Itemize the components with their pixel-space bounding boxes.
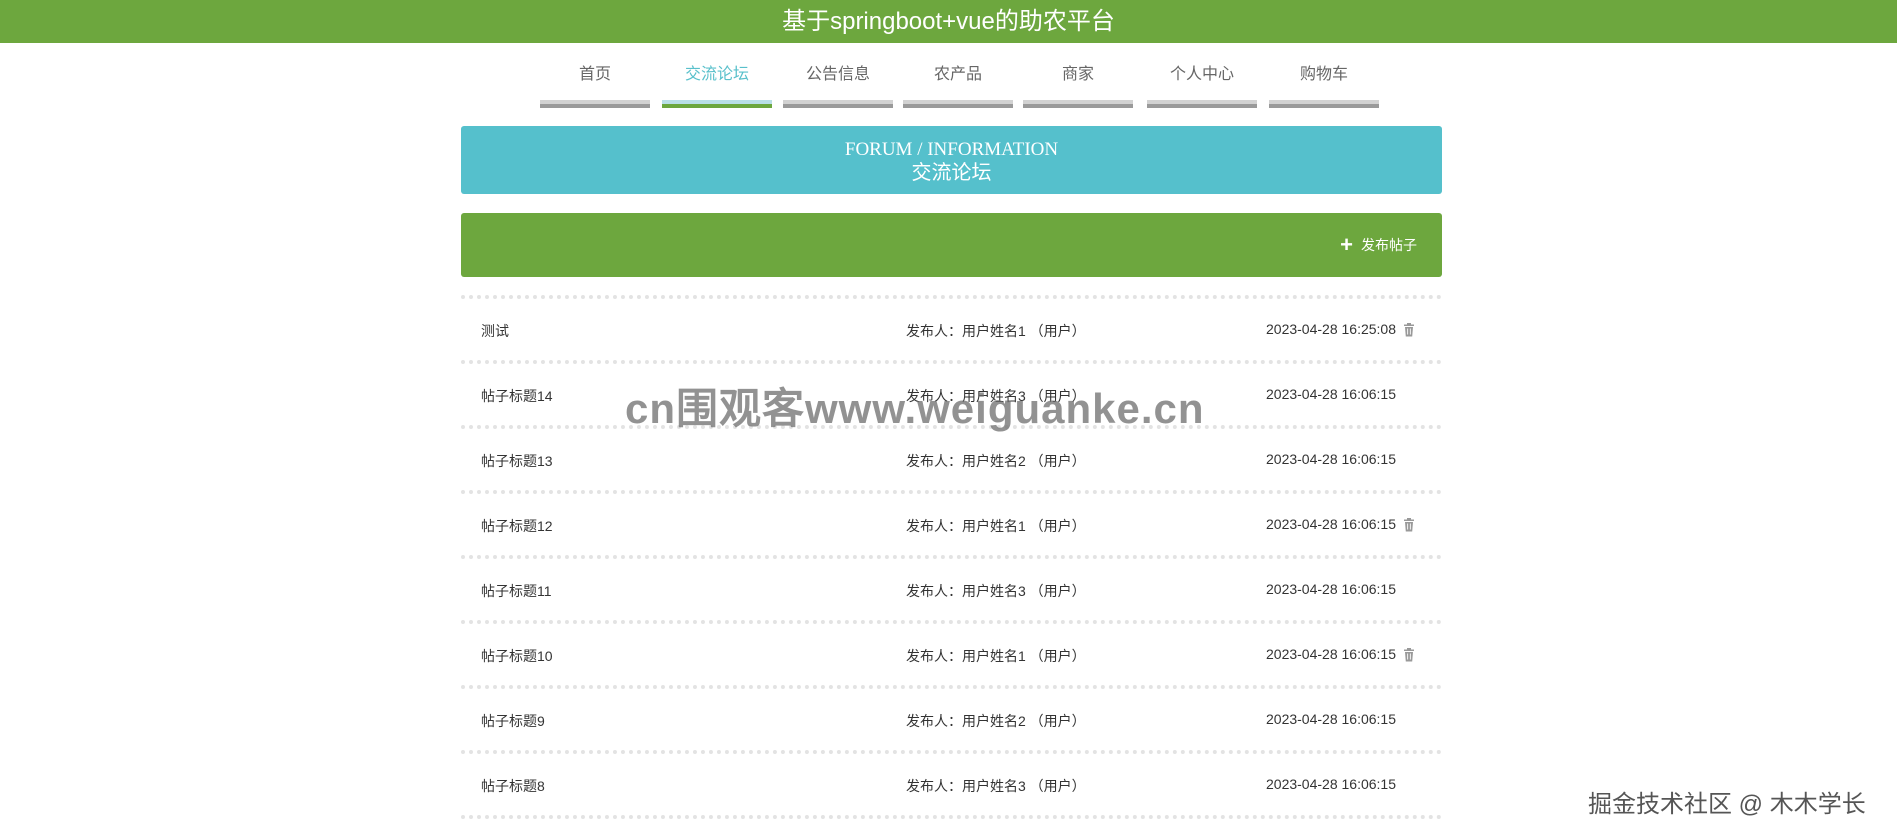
nav-item-label: 公告信息 [805, 66, 870, 83]
post-title[interactable]: 测试 [481, 321, 509, 341]
nav-item-underline [662, 100, 772, 108]
post-author: 发布人：用户姓名1 （用户） [906, 518, 1086, 534]
nav-item-label: 农产品 [933, 66, 982, 83]
watermark: cn围观客www.weiguanke.cn [625, 385, 1205, 432]
post-title[interactable]: 帖子标题8 [481, 776, 545, 796]
row-divider [461, 750, 1442, 754]
banner-chinese-title: 交流论坛 [911, 162, 992, 184]
post-author: 发布人：用户姓名1 （用户） [906, 323, 1086, 339]
post-title[interactable]: 帖子标题11 [481, 581, 552, 601]
post-time: 2023-04-28 16:06:15 [1266, 581, 1396, 597]
main-nav: 首页 交流论坛 公告信息 农产品 商家 个人中心 购物车 [540, 64, 1380, 108]
row-divider [461, 685, 1442, 689]
row-divider [461, 555, 1442, 559]
row-divider [461, 360, 1442, 364]
nav-item-label: 个人中心 [1169, 66, 1234, 83]
post-row: 帖子标题10 发布人：用户姓名1 （用户） 2023-04-28 16:06:1… [461, 625, 1442, 685]
post-author: 发布人：用户姓名3 （用户） [906, 583, 1086, 599]
post-time: 2023-04-28 16:06:15 [1266, 451, 1396, 467]
post-row: 帖子标题11 发布人：用户姓名3 （用户） 2023-04-28 16:06:1… [461, 560, 1442, 620]
nav-item-cart[interactable]: 购物车 [1269, 64, 1379, 108]
post-time: 2023-04-28 16:06:15 [1266, 711, 1396, 727]
nav-item-underline [1023, 100, 1133, 108]
post-title[interactable]: 帖子标题13 [481, 451, 553, 471]
forum-banner: FORUM / INFORMATION 交流论坛 [461, 126, 1442, 194]
nav-item-forum[interactable]: 交流论坛 [662, 64, 772, 108]
post-row: 帖子标题9 发布人：用户姓名2 （用户） 2023-04-28 16:06:15 [461, 690, 1442, 750]
nav-item-underline [1269, 100, 1379, 108]
nav-item-underline [903, 100, 1013, 108]
post-title[interactable]: 帖子标题14 [481, 386, 553, 406]
nav-item-underline [540, 100, 650, 108]
delete-icon[interactable] [1403, 518, 1415, 532]
plus-icon: + [1340, 232, 1353, 257]
post-time: 2023-04-28 16:06:15 [1266, 776, 1396, 792]
post-author: 发布人：用户姓名3 （用户） [906, 778, 1086, 794]
nav-item-label: 交流论坛 [684, 66, 749, 83]
publish-post-label: 发布帖子 [1361, 237, 1417, 253]
site-title: 基于springboot+vue的助农平台 [782, 7, 1115, 35]
nav-item-label: 商家 [1061, 66, 1094, 83]
nav-item-label: 购物车 [1299, 66, 1348, 83]
post-time: 2023-04-28 16:06:15 [1266, 646, 1396, 662]
post-time: 2023-04-28 16:25:08 [1266, 321, 1396, 337]
row-divider [461, 620, 1442, 624]
post-title[interactable]: 帖子标题12 [481, 516, 553, 536]
post-row: 帖子标题8 发布人：用户姓名3 （用户） 2023-04-28 16:06:15 [461, 755, 1442, 815]
nav-item-products[interactable]: 农产品 [903, 64, 1013, 108]
nav-item-underline [1147, 100, 1257, 108]
nav-item-profile[interactable]: 个人中心 [1147, 64, 1257, 108]
post-row: 帖子标题12 发布人：用户姓名1 （用户） 2023-04-28 16:06:1… [461, 495, 1442, 555]
credit-watermark: 掘金技术社区 @ 木木学长 [1588, 791, 1866, 818]
post-row: 帖子标题13 发布人：用户姓名2 （用户） 2023-04-28 16:06:1… [461, 430, 1442, 490]
row-divider [461, 490, 1442, 494]
nav-item-home[interactable]: 首页 [540, 64, 650, 108]
nav-item-underline [783, 100, 893, 108]
delete-icon[interactable] [1403, 323, 1415, 337]
row-divider [461, 815, 1442, 819]
nav-item-label: 首页 [578, 66, 611, 83]
post-author: 发布人：用户姓名2 （用户） [906, 713, 1086, 729]
action-bar: + 发布帖子 [461, 213, 1442, 277]
post-title[interactable]: 帖子标题9 [481, 711, 545, 731]
post-row: 测试 发布人：用户姓名1 （用户） 2023-04-28 16:25:08 [461, 300, 1442, 360]
post-title[interactable]: 帖子标题10 [481, 646, 553, 666]
publish-post-button[interactable]: + 发布帖子 [1340, 234, 1417, 256]
nav-item-announcements[interactable]: 公告信息 [783, 64, 893, 108]
post-author: 发布人：用户姓名1 （用户） [906, 648, 1086, 664]
post-time: 2023-04-28 16:06:15 [1266, 386, 1396, 402]
nav-item-merchants[interactable]: 商家 [1023, 64, 1133, 108]
top-header: 基于springboot+vue的助农平台 [0, 0, 1897, 43]
row-divider [461, 295, 1442, 299]
banner-english-title: FORUM / INFORMATION [844, 139, 1059, 160]
delete-icon[interactable] [1403, 648, 1415, 662]
post-author: 发布人：用户姓名2 （用户） [906, 453, 1086, 469]
post-time: 2023-04-28 16:06:15 [1266, 516, 1396, 532]
